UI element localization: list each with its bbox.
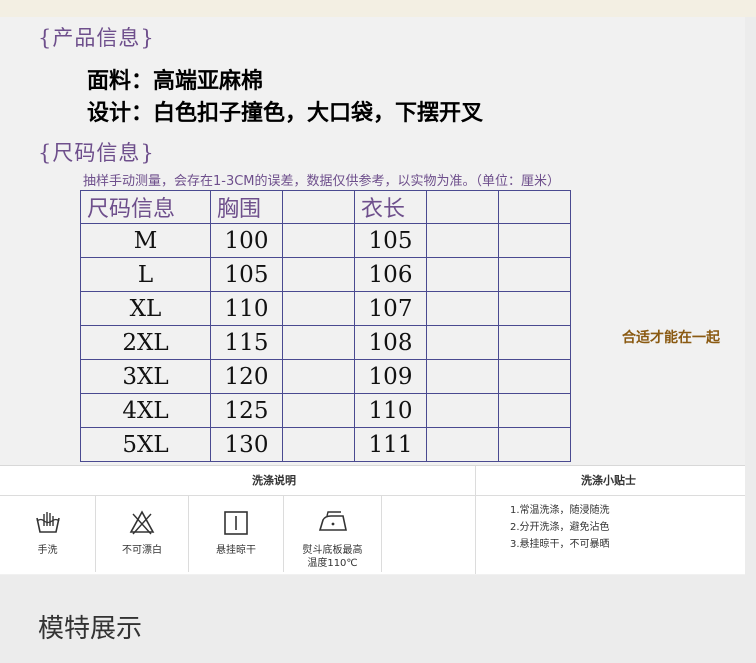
tip-item: 2.分开洗涤，避免沾色 (510, 522, 610, 533)
care-item-iron: 熨斗底板最高 温度110℃ (284, 496, 382, 572)
table-row: 2XL 115 108 (80, 325, 571, 360)
tip-item: 1.常温洗涤，随浸随洗 (510, 505, 610, 516)
empty-cell (498, 223, 571, 258)
measurement-note: 抽样手动测量，会存在1-3CM的误差，数据仅供参考，以实物为准。（单位：厘米） (83, 174, 561, 189)
size-cell: 3XL (80, 359, 211, 394)
length-cell: 105 (354, 223, 427, 258)
product-info-header: {产品信息} (38, 26, 155, 50)
empty-cell (498, 427, 571, 462)
care-label: 悬挂晾干 (216, 545, 256, 556)
care-label: 手洗 (37, 545, 58, 556)
care-item-no-bleach: 不可漂白 (96, 496, 189, 572)
empty-cell (426, 223, 499, 258)
column-header (498, 190, 571, 224)
washing-panel: 洗涤说明 洗涤小贴士 手洗 不可漂白 悬挂晾干 熨斗底板最高 温度110℃ 1.… (0, 465, 745, 574)
length-cell: 106 (354, 257, 427, 292)
size-cell: XL (80, 291, 211, 326)
care-item-hang-dry: 悬挂晾干 (189, 496, 284, 572)
length-cell: 108 (354, 325, 427, 360)
chest-cell: 115 (210, 325, 283, 360)
care-item-hand-wash: 手洗 (0, 496, 96, 572)
empty-cell (426, 325, 499, 360)
care-label: 不可漂白 (122, 545, 162, 556)
empty-cell (498, 325, 571, 360)
length-cell: 109 (354, 359, 427, 394)
chest-cell: 105 (210, 257, 283, 292)
table-row: 5XL 130 111 (80, 427, 571, 462)
table-row: 4XL 125 110 (80, 393, 571, 428)
no-bleach-icon (129, 510, 155, 540)
empty-cell (282, 359, 355, 394)
size-cell: 5XL (80, 427, 211, 462)
chest-cell: 110 (210, 291, 283, 326)
empty-cell (426, 291, 499, 326)
empty-cell (498, 291, 571, 326)
size-table: 尺码信息 胸围 衣长 M 100 105 L 105 106 XL 110 10… (80, 190, 571, 462)
top-strip (0, 0, 756, 17)
model-section-title: 模特展示 (38, 614, 143, 644)
size-cell: L (80, 257, 211, 292)
size-cell: 4XL (80, 393, 211, 428)
empty-cell (426, 257, 499, 292)
chest-cell: 130 (210, 427, 283, 462)
column-header: 胸围 (210, 190, 283, 224)
column-header: 衣长 (354, 190, 427, 224)
column-header (426, 190, 499, 224)
length-cell: 107 (354, 291, 427, 326)
tip-item: 3.悬挂晾干，不可暴晒 (510, 539, 610, 550)
washing-tips-title: 洗涤小贴士 (581, 474, 636, 487)
size-info-header: {尺码信息} (38, 141, 155, 165)
empty-cell (498, 359, 571, 394)
length-cell: 111 (354, 427, 427, 462)
empty-cell (498, 393, 571, 428)
design-line: 设计：白色扣子撞色，大口袋，下摆开叉 (87, 100, 484, 126)
empty-cell (426, 427, 499, 462)
washing-title: 洗涤说明 (252, 474, 296, 487)
empty-cell (282, 291, 355, 326)
empty-cell (282, 257, 355, 292)
divider (475, 466, 476, 574)
chest-cell: 125 (210, 393, 283, 428)
table-row: M 100 105 (80, 223, 571, 258)
chest-cell: 120 (210, 359, 283, 394)
empty-cell (282, 393, 355, 428)
size-cell: 2XL (80, 325, 211, 360)
hand-wash-icon (35, 510, 61, 540)
fit-note: 合适才能在一起 (622, 330, 720, 346)
size-table-header: 尺码信息 胸围 衣长 (80, 190, 571, 224)
chest-cell: 100 (210, 223, 283, 258)
hang-dry-icon (223, 510, 249, 540)
washing-tips: 1.常温洗涤，随浸随洗 2.分开洗涤，避免沾色 3.悬挂晾干，不可暴晒 (510, 502, 610, 553)
size-cell: M (80, 223, 211, 258)
iron-icon (317, 510, 349, 538)
column-header: 尺码信息 (80, 190, 211, 224)
empty-cell (426, 359, 499, 394)
empty-cell (498, 257, 571, 292)
table-row: XL 110 107 (80, 291, 571, 326)
column-header (282, 190, 355, 224)
empty-cell (282, 325, 355, 360)
care-label: 熨斗底板最高 温度110℃ (302, 545, 363, 569)
fabric-line: 面料：高端亚麻棉 (87, 68, 264, 94)
empty-cell (282, 427, 355, 462)
length-cell: 110 (354, 393, 427, 428)
empty-cell (282, 223, 355, 258)
empty-cell (426, 393, 499, 428)
table-row: L 105 106 (80, 257, 571, 292)
table-row: 3XL 120 109 (80, 359, 571, 394)
